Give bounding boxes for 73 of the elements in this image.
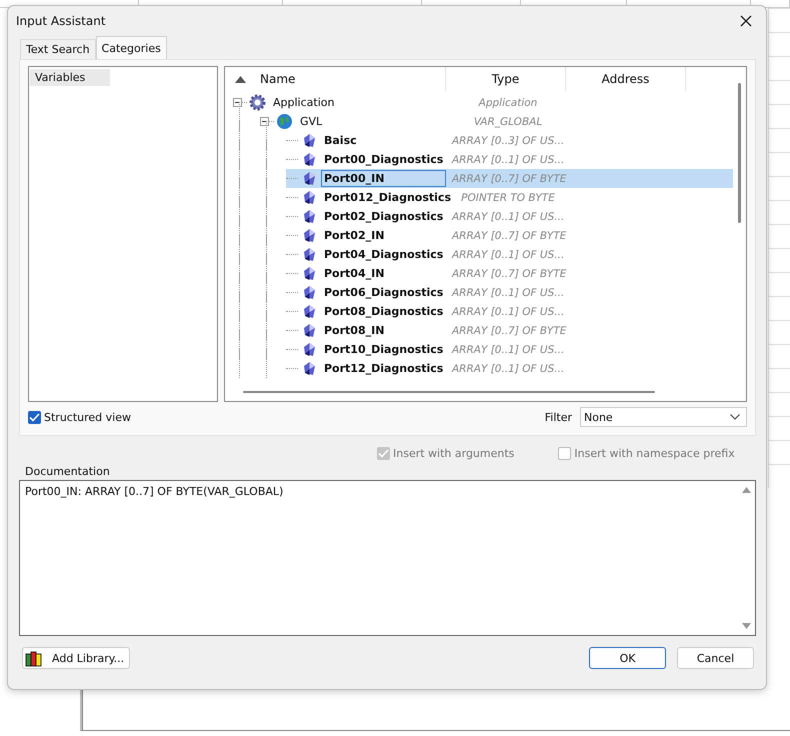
scroll-up-icon[interactable] <box>742 487 751 493</box>
scroll-down-icon[interactable] <box>742 623 751 629</box>
variable-icon <box>304 134 315 147</box>
tree-item[interactable]: Port08_IN <box>321 322 388 339</box>
type-cell: ARRAY [0..1] OF US... <box>452 286 564 298</box>
column-header[interactable]: Address <box>602 72 650 86</box>
cancel-button[interactable]: Cancel <box>677 647 754 669</box>
type-cell: ARRAY [0..3] OF US... <box>452 134 564 146</box>
tree-item[interactable]: Port10_Diagnostics <box>321 341 446 358</box>
tree-item[interactable]: Port12_Diagnostics <box>321 360 446 377</box>
variable-icon <box>304 229 315 242</box>
ok-button[interactable]: OK <box>589 647 666 669</box>
type-cell: ARRAY [0..7] OF BYTE <box>452 230 564 242</box>
type-cell: ARRAY [0..1] OF US... <box>452 344 564 356</box>
column-header[interactable]: Type <box>492 72 520 86</box>
type-cell: ARRAY [0..1] OF US... <box>452 248 564 260</box>
variable-icon <box>304 362 315 375</box>
tab[interactable]: Categories <box>96 36 167 59</box>
type-cell: ARRAY [0..7] OF BYTE <box>452 172 564 184</box>
checkbox[interactable] <box>28 410 41 424</box>
checkbox-label: Insert with arguments <box>393 446 514 460</box>
type-cell: ARRAY [0..7] OF BYTE <box>452 268 564 280</box>
documentation-text: Port00_IN: ARRAY [0..7] OF BYTE(VAR_GLOBAL) <box>25 485 284 498</box>
column-header[interactable]: Name <box>260 72 296 86</box>
tree-item[interactable]: Port00_IN <box>321 170 446 187</box>
list-item[interactable]: Variables <box>30 69 110 86</box>
tree-item[interactable]: Port012_Diagnostics <box>321 189 454 206</box>
section-label: Documentation <box>24 465 111 479</box>
globe-icon <box>276 113 293 130</box>
filter-label: Filter <box>544 410 572 424</box>
tree-item[interactable]: Port06_Diagnostics <box>321 284 446 301</box>
tree-item[interactable]: Baisc <box>321 132 360 149</box>
type-cell-text: POINTER TO BYTE <box>460 192 556 204</box>
tree-item[interactable]: Port00_Diagnostics <box>321 151 446 168</box>
checkbox-label: Insert with namespace prefix <box>574 446 735 460</box>
add-library-button[interactable]: Add Library... <box>22 647 130 669</box>
type-cell-text: Application <box>477 96 538 108</box>
tree-item[interactable]: Application <box>270 94 338 111</box>
type-cell: ARRAY [0..1] OF US... <box>452 154 564 166</box>
variable-icon <box>304 210 315 223</box>
sort-icon <box>235 76 246 82</box>
chevron-down-icon <box>730 414 740 420</box>
type-cell-text: VAR_GLOBAL <box>472 116 544 128</box>
horizontal-scrollbar[interactable] <box>243 391 655 393</box>
variable-icon <box>304 267 315 280</box>
type-cell: ARRAY [0..7] OF BYTE <box>452 324 564 336</box>
variable-icon <box>304 343 315 356</box>
type-cell: ARRAY [0..1] OF US... <box>452 306 564 318</box>
variable-icon <box>304 153 315 166</box>
tree-item[interactable]: Port04_Diagnostics <box>321 246 446 263</box>
vertical-scrollbar[interactable] <box>738 83 741 223</box>
tree-item[interactable]: Port02_Diagnostics <box>321 208 446 225</box>
tree-item[interactable]: Port02_IN <box>321 227 388 244</box>
variable-icon <box>304 191 315 204</box>
collapse-toggle[interactable] <box>260 117 269 126</box>
tree-item[interactable]: Port04_IN <box>321 265 388 282</box>
type-cell: ARRAY [0..1] OF US... <box>452 210 564 222</box>
tree-item[interactable]: GVL <box>297 113 326 130</box>
variable-icon <box>304 324 315 337</box>
close-icon <box>740 15 752 27</box>
type-cell: ARRAY [0..1] OF US... <box>452 362 564 374</box>
books-icon <box>25 650 43 666</box>
tab[interactable]: Text Search <box>20 39 96 59</box>
collapse-toggle[interactable] <box>233 98 242 107</box>
variable-icon <box>304 172 315 185</box>
filter-dropdown[interactable]: None <box>580 407 747 427</box>
window-title: Input Assistant <box>16 14 106 28</box>
variable-icon <box>304 248 315 261</box>
gear-icon <box>249 94 266 111</box>
variable-icon <box>304 286 315 299</box>
checkbox-label: Structured view <box>44 410 131 424</box>
variable-icon <box>304 305 315 318</box>
tree-item[interactable]: Port08_Diagnostics <box>321 303 446 320</box>
